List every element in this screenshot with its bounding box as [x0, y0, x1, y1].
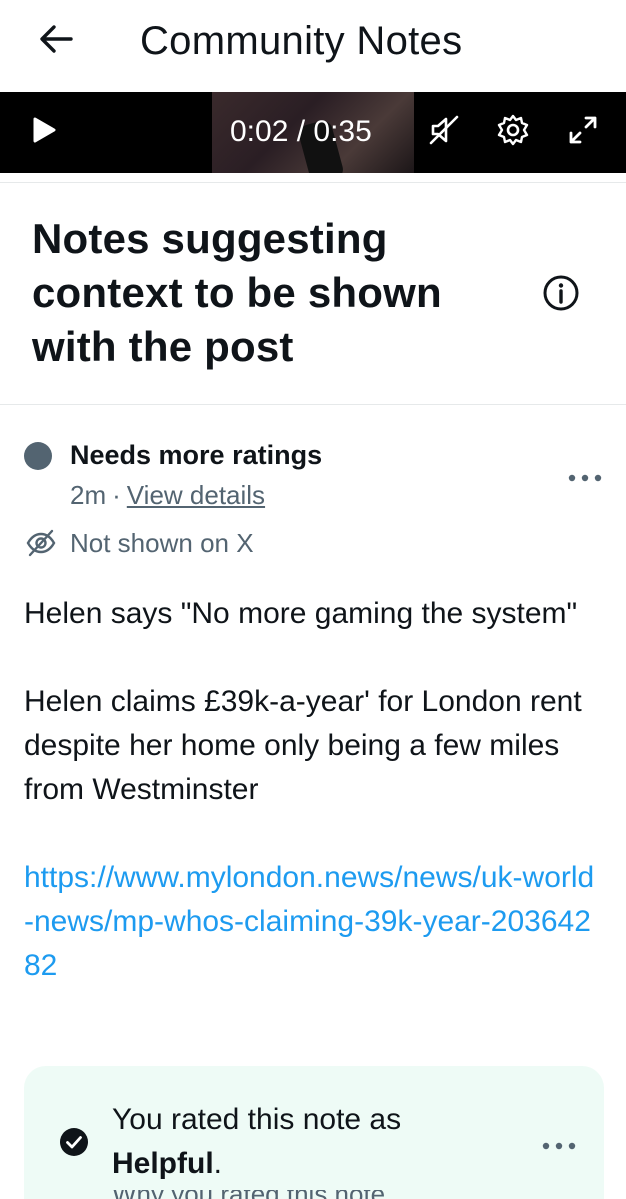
- divider: [0, 182, 626, 183]
- page-title: Community Notes: [140, 19, 463, 63]
- more-dots-icon: [542, 1137, 576, 1155]
- info-button[interactable]: [540, 274, 582, 316]
- more-dots-icon: [568, 469, 602, 487]
- rating-summary: You rated this note as Helpful.: [112, 1098, 512, 1186]
- back-button[interactable]: [30, 18, 82, 64]
- mute-button[interactable]: [422, 110, 466, 154]
- muted-speaker-icon: [427, 113, 461, 152]
- eye-slash-icon: [24, 526, 58, 560]
- gear-icon: [496, 113, 530, 152]
- view-details-link[interactable]: View details: [127, 480, 265, 510]
- video-time: 0:02 / 0:35: [230, 115, 372, 148]
- not-shown-label: Not shown on X: [70, 527, 254, 558]
- note-paragraph: Helen says "No more gaming the system": [24, 597, 578, 630]
- meta-separator: ·: [112, 480, 121, 510]
- status-dot: [24, 442, 52, 470]
- video-settings-button[interactable]: [491, 110, 535, 154]
- top-app-bar: Community Notes: [0, 0, 626, 92]
- your-rating-card: You rated this note as Helpful. Why you …: [24, 1066, 604, 1199]
- section-heading: Notes suggesting context to be shown wit…: [32, 215, 442, 370]
- arrow-left-icon: [39, 24, 73, 59]
- rating-prefix: You rated this note as: [112, 1103, 402, 1136]
- divider: [0, 404, 626, 405]
- info-icon: [542, 274, 580, 317]
- video-player[interactable]: 0:02 / 0:35: [0, 92, 626, 173]
- check-circle-icon: [58, 1126, 90, 1158]
- expand-icon: [567, 114, 599, 151]
- rating-suffix: .: [213, 1147, 223, 1180]
- note-body: Helen says "No more gaming the system" H…: [24, 592, 604, 1032]
- visibility-status: Not shown on X: [24, 526, 254, 560]
- note-meta: 2m · View details: [70, 478, 265, 512]
- note-more-options-button[interactable]: [560, 460, 610, 496]
- play-icon: [31, 116, 57, 149]
- rating-reason-cutoff: Why you rated this note as: [112, 1190, 412, 1199]
- note-age: 2m: [70, 480, 107, 510]
- community-notes-screen: Community Notes 0:02 / 0:35 Notes sugges…: [0, 0, 626, 1199]
- fullscreen-button[interactable]: [561, 110, 605, 154]
- note-status: Needs more ratings: [70, 440, 323, 470]
- note-paragraph: Helen claims £39k-a-year' for London ren…: [24, 685, 582, 806]
- rating-reason-text: Why you rated this note as: [112, 1190, 385, 1199]
- source-link[interactable]: https://www.mylondon.news/news/uk-world-…: [24, 856, 604, 988]
- rating-more-options-button[interactable]: [534, 1128, 584, 1164]
- play-button[interactable]: [22, 110, 66, 154]
- rating-value: Helpful: [112, 1147, 214, 1180]
